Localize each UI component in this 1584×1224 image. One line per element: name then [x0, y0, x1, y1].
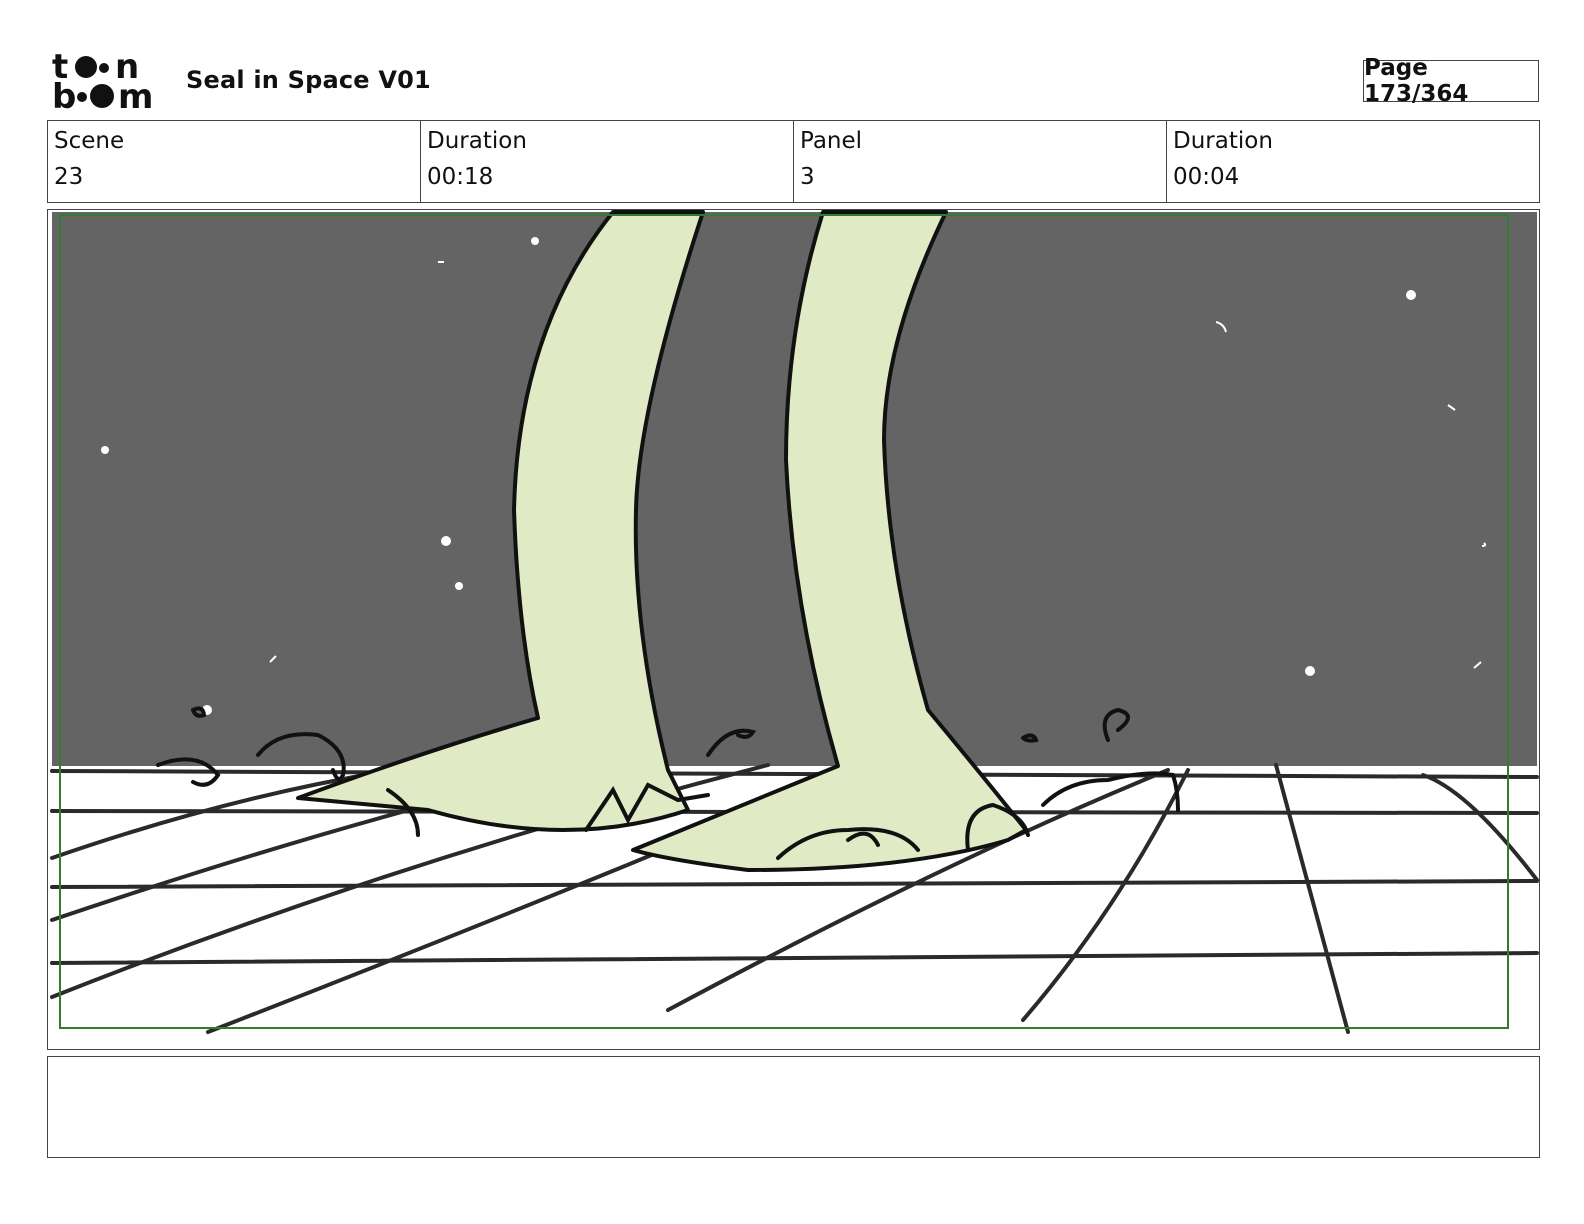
scene-value: 23 — [54, 164, 84, 190]
panel-label: Panel — [800, 128, 863, 154]
panel-value: 3 — [800, 164, 815, 190]
scene-label: Scene — [54, 128, 125, 154]
svg-text:b: b — [52, 77, 76, 112]
svg-text:m: m — [118, 77, 153, 112]
project-title: Seal in Space V01 — [186, 66, 431, 94]
scene-cell: Scene 23 — [48, 121, 421, 202]
page-indicator: Page 173/364 — [1363, 55, 1539, 107]
panel-duration-cell: Duration 00:04 — [1167, 121, 1539, 202]
storyboard-panel — [47, 209, 1540, 1050]
scene-duration-value: 00:18 — [427, 164, 494, 190]
toon-boom-logo: t n b m — [52, 47, 164, 117]
panel-drawing — [50, 210, 1539, 1049]
scene-duration-cell: Duration 00:18 — [421, 121, 794, 202]
logo-mark: t n b m — [52, 47, 153, 117]
scene-duration-label: Duration — [427, 128, 527, 154]
notes-box — [47, 1056, 1540, 1158]
panel-duration-label: Duration — [1173, 128, 1273, 154]
panel-cell: Panel 3 — [794, 121, 1167, 202]
scene-info-table: Scene 23 Duration 00:18 Panel 3 Duration… — [47, 120, 1540, 203]
panel-duration-value: 00:04 — [1173, 164, 1240, 190]
